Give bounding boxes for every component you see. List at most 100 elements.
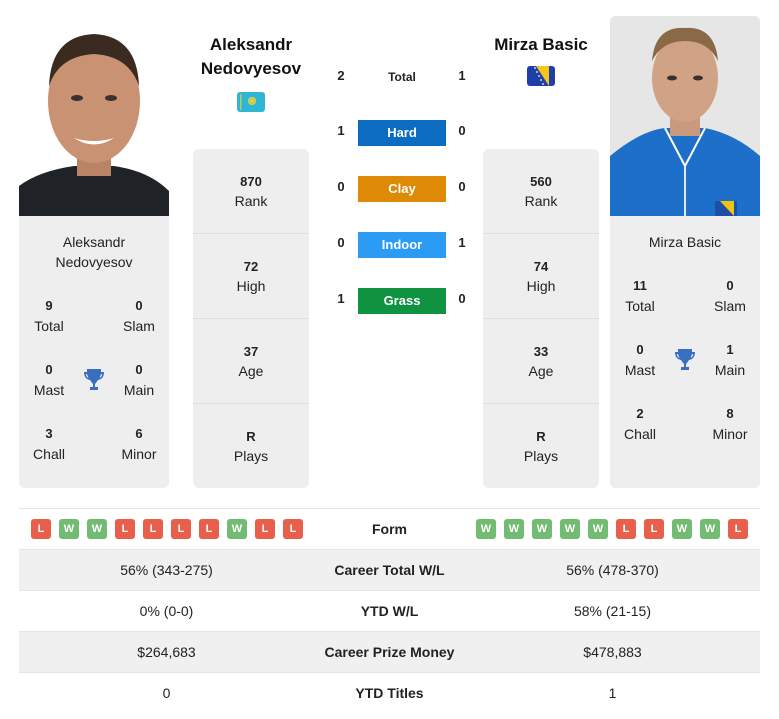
right-form-badge-loss[interactable]: L xyxy=(644,519,664,539)
right-form-badge-win[interactable]: W xyxy=(700,519,720,539)
player-right-photo xyxy=(610,16,760,216)
left-form-badge-loss[interactable]: L xyxy=(255,519,275,539)
h2h-total-right: 1 xyxy=(458,68,466,83)
surface-grass-badge[interactable]: Grass xyxy=(358,288,446,314)
stat-label: Plays xyxy=(233,448,269,464)
form-label: Form xyxy=(372,521,407,537)
titles-label: Mast xyxy=(33,382,65,398)
right-form-badge-win[interactable]: W xyxy=(476,519,496,539)
titles-minor: 6 Minor xyxy=(109,424,169,464)
titles-value: 0 xyxy=(726,278,734,293)
titles-label: Slam xyxy=(714,298,746,314)
stat-value: 74 xyxy=(533,259,549,274)
stat-age: 33 Age xyxy=(483,319,599,404)
h2h-grass-right: 0 xyxy=(458,291,466,306)
titles-total: 11 Total xyxy=(610,276,670,316)
row-right-value: 56% (478-370) xyxy=(566,562,659,578)
surface-clay-badge[interactable]: Clay xyxy=(358,176,446,202)
titles-label: Mast xyxy=(624,362,656,378)
row-label: YTD Titles xyxy=(355,685,424,701)
titles-label: Chall xyxy=(33,446,65,462)
h2h-hard-left: 1 xyxy=(337,123,345,138)
titles-label: Main xyxy=(714,362,746,378)
stat-value: 33 xyxy=(533,344,549,359)
stat-value: 870 xyxy=(240,174,262,189)
titles-value: 6 xyxy=(135,426,143,441)
titles-label: Slam xyxy=(123,318,155,334)
surface-indoor-badge[interactable]: Indoor xyxy=(358,232,446,258)
right-form-badge-loss[interactable]: L xyxy=(728,519,748,539)
titles-label: Minor xyxy=(121,446,157,462)
player-right-name[interactable]: Mirza Basic xyxy=(482,33,600,57)
left-form-badge-loss[interactable]: L xyxy=(143,519,163,539)
h2h-indoor-right: 1 xyxy=(458,235,466,250)
player-left-stats: 870 Rank 72 High 37 Age R Plays xyxy=(193,149,309,488)
titles-value: 0 xyxy=(135,298,143,313)
h2h-hard-right: 0 xyxy=(458,123,466,138)
left-form-badge-loss[interactable]: L xyxy=(115,519,135,539)
stat-rank: 560 Rank xyxy=(483,149,599,234)
row-left-value: 0% (0-0) xyxy=(139,603,194,619)
surface-hard-badge[interactable]: Hard xyxy=(358,120,446,146)
stat-value: R xyxy=(536,429,546,444)
stat-label: High xyxy=(526,278,556,294)
titles-label: Total xyxy=(625,298,655,314)
stat-label: Rank xyxy=(524,193,558,209)
right-form-badge-win[interactable]: W xyxy=(560,519,580,539)
row-label: Career Prize Money xyxy=(324,644,455,660)
titles-main: 1 Main xyxy=(700,340,760,380)
card-name-line1[interactable]: Aleksandr xyxy=(19,232,169,252)
left-form-badge-win[interactable]: W xyxy=(59,519,79,539)
titles-value: 2 xyxy=(636,406,644,421)
titles-total: 9 Total xyxy=(19,296,79,336)
player-left-photo xyxy=(19,16,169,216)
row-left-value: 56% (343-275) xyxy=(120,562,213,578)
right-form-badge-win[interactable]: W xyxy=(588,519,608,539)
titles-chall: 2 Chall xyxy=(610,404,670,444)
stat-value: 72 xyxy=(243,259,259,274)
player-left-name-line1: Aleksandr xyxy=(209,35,293,54)
player-left-name-line2: Nedovyesov xyxy=(200,59,302,78)
titles-value: 0 xyxy=(45,362,53,377)
left-form-badge-loss[interactable]: L xyxy=(283,519,303,539)
stat-age: 37 Age xyxy=(193,319,309,404)
card-name[interactable]: Mirza Basic xyxy=(610,232,760,252)
titles-value: 3 xyxy=(45,426,53,441)
left-form-badge-win[interactable]: W xyxy=(227,519,247,539)
titles-value: 0 xyxy=(135,362,143,377)
titles-label: Total xyxy=(34,318,64,334)
player-left-card: Aleksandr Nedovyesov 9 Total 0 Slam 0 Ma… xyxy=(19,216,169,488)
left-form-badge-loss[interactable]: L xyxy=(199,519,219,539)
left-form-badge-win[interactable]: W xyxy=(87,519,107,539)
row-right-value: 1 xyxy=(608,685,617,701)
kazakhstan-flag-icon xyxy=(237,92,265,112)
left-form-badge-loss[interactable]: L xyxy=(171,519,191,539)
titles-label: Minor xyxy=(712,426,748,442)
right-form-badge-win[interactable]: W xyxy=(504,519,524,539)
h2h-clay-right: 0 xyxy=(458,179,466,194)
trophy-icon xyxy=(83,368,105,392)
titles-label: Main xyxy=(123,382,155,398)
titles-value: 9 xyxy=(45,298,53,313)
row-left-value: $264,683 xyxy=(137,644,196,660)
titles-value: 1 xyxy=(726,342,734,357)
h2h-total-label: Total xyxy=(388,70,416,84)
h2h-clay-left: 0 xyxy=(337,179,345,194)
left-form-badge-loss[interactable]: L xyxy=(31,519,51,539)
h2h-total-left: 2 xyxy=(337,68,345,83)
row-left-value: 0 xyxy=(162,685,171,701)
h2h-indoor-left: 0 xyxy=(337,235,345,250)
right-form-badge-loss[interactable]: L xyxy=(616,519,636,539)
stat-value: 560 xyxy=(530,174,552,189)
stat-value: 37 xyxy=(243,344,259,359)
right-form-badge-win[interactable]: W xyxy=(532,519,552,539)
stat-high: 72 High xyxy=(193,234,309,319)
stat-high: 74 High xyxy=(483,234,599,319)
stat-plays: R Plays xyxy=(483,404,599,489)
titles-chall: 3 Chall xyxy=(19,424,79,464)
player-left-name[interactable]: Aleksandr Nedovyesov xyxy=(192,33,310,81)
titles-mast: 0 Mast xyxy=(610,340,670,380)
right-form-badge-win[interactable]: W xyxy=(672,519,692,539)
card-name-line2[interactable]: Nedovyesov xyxy=(19,252,169,272)
h2h-grass-left: 1 xyxy=(337,291,345,306)
